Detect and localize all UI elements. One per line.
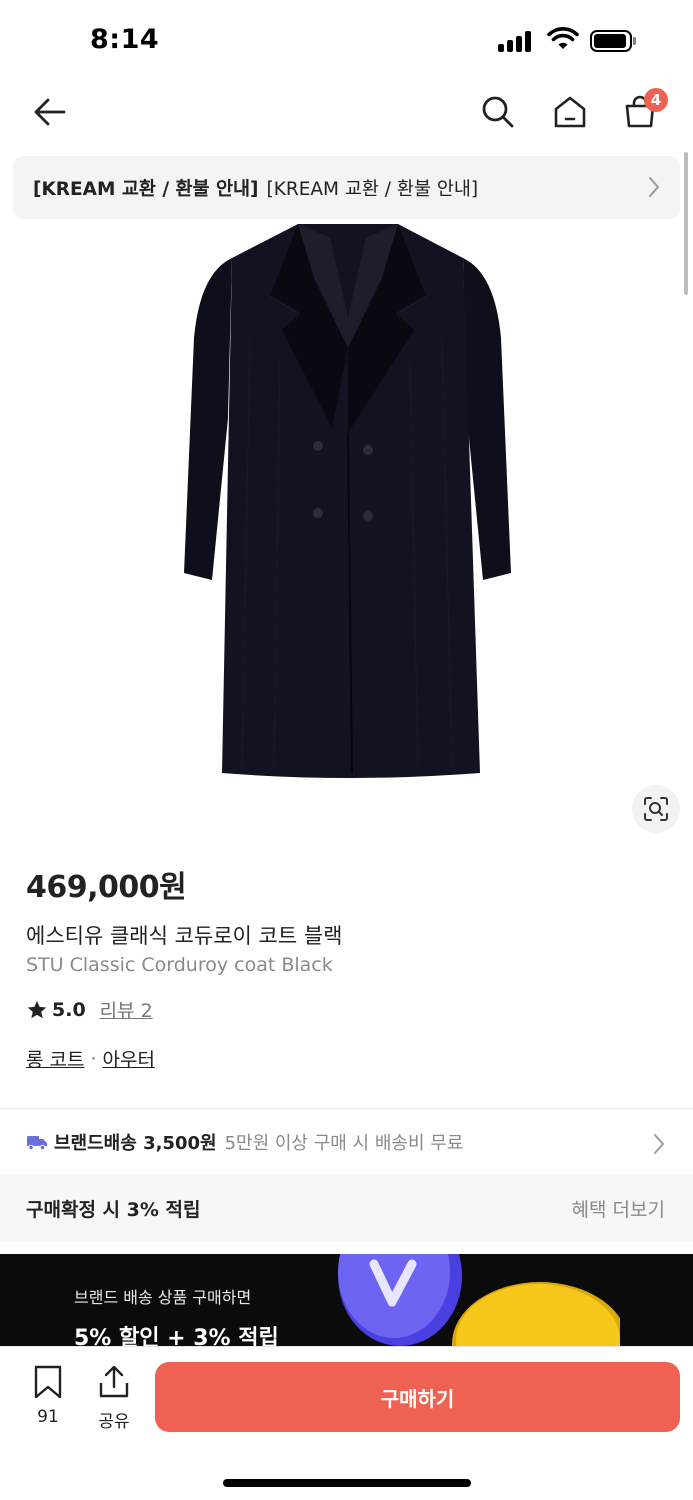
notice-title: [KREAM 교환 / 환불 안내] (33, 178, 259, 200)
bottom-action-bar: 91 공유 구매하기 (0, 1346, 693, 1500)
review-link[interactable]: 리뷰 2 (100, 996, 153, 1023)
lens-search-icon (644, 797, 668, 821)
bookmark-button[interactable]: 91 (24, 1365, 72, 1427)
shipping-label: 브랜드배송 3,500원 (54, 1133, 217, 1154)
home-icon (554, 96, 586, 128)
bookmark-count: 91 (37, 1407, 59, 1427)
exchange-refund-notice[interactable]: [KREAM 교환 / 환불 안내] [KREAM 교환 / 환불 안내] (13, 156, 680, 219)
scrollbar[interactable] (684, 152, 688, 295)
benefit-more-link[interactable]: 혜택 더보기 (572, 1195, 665, 1222)
shipping-description: 5만원 이상 구매 시 배송비 무료 (224, 1133, 464, 1154)
notice-text: [KREAM 교환 / 환불 안내] (266, 178, 479, 200)
search-button[interactable] (476, 90, 520, 134)
wifi-icon (547, 27, 579, 49)
product-rating: 5.0 리뷰 2 (26, 996, 153, 1023)
benefit-label: 구매확정 시 3% 적립 (26, 1198, 201, 1221)
share-label: 공유 (98, 1412, 130, 1432)
home-indicator (223, 1479, 471, 1487)
chevron-right-icon (654, 1134, 664, 1154)
category-long-coat-link[interactable]: 롱 코트 (26, 1045, 84, 1072)
product-name-english: STU Classic Corduroy coat Black (26, 954, 333, 976)
category-breadcrumb: 롱 코트 · 아우터 (26, 1045, 155, 1072)
delivery-truck-icon (27, 1136, 47, 1151)
shipping-info-row[interactable]: 브랜드배송 3,500원 5만원 이상 구매 시 배송비 무료 (0, 1110, 693, 1174)
cellular-signal-icon (498, 30, 536, 52)
cart-count-badge: 4 (644, 88, 668, 112)
status-bar: 8:14 (0, 0, 693, 80)
back-button[interactable] (28, 90, 72, 134)
promo-line-1: 브랜드 배송 상품 구매하면 (74, 1288, 252, 1307)
product-image[interactable] (170, 218, 525, 783)
product-name-korean: 에스티유 클래식 코듀로이 코트 블랙 (26, 924, 343, 948)
arrow-left-icon (34, 98, 66, 126)
rating-score: 5.0 (52, 998, 86, 1021)
status-time: 8:14 (90, 24, 160, 55)
star-icon (27, 1000, 47, 1018)
image-search-button[interactable] (632, 785, 680, 833)
share-button[interactable]: 공유 (90, 1365, 138, 1432)
bookmark-icon (34, 1365, 62, 1399)
battery-icon (590, 30, 636, 52)
nav-bar: 4 (0, 80, 693, 144)
search-icon (482, 96, 514, 128)
category-separator: · (90, 1047, 97, 1070)
benefit-row: 구매확정 시 3% 적립 혜택 더보기 (0, 1174, 693, 1242)
section-divider (0, 1108, 693, 1109)
promo-banner[interactable]: 브랜드 배송 상품 구매하면 5% 할인 + 3% 적립 (0, 1254, 693, 1354)
share-icon (99, 1365, 129, 1398)
product-price: 469,000원 (26, 870, 187, 905)
cart-button[interactable]: 4 (618, 88, 668, 134)
category-outer-link[interactable]: 아우터 (103, 1045, 155, 1072)
promo-coin-graphic (338, 1254, 620, 1354)
buy-button[interactable]: 구매하기 (155, 1362, 680, 1432)
home-button[interactable] (548, 90, 592, 134)
chevron-right-icon (649, 177, 659, 197)
